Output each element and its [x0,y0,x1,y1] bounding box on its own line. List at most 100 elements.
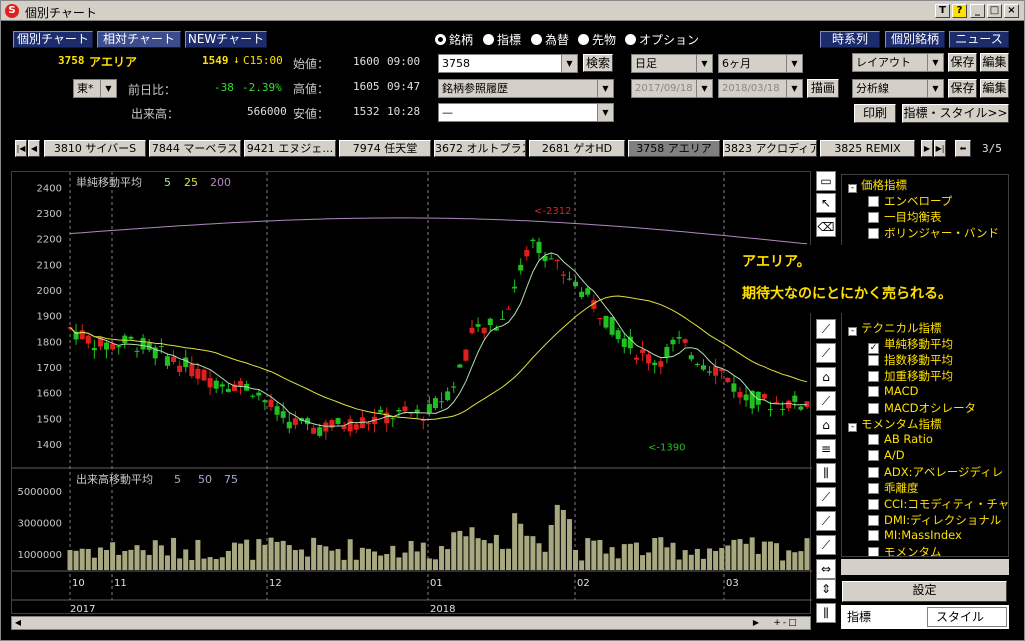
third-select[interactable]: — ▼ [438,103,614,122]
scroll-left-icon[interactable]: ◀ [12,617,24,629]
price-chart[interactable]: 1400 1500 1600 1700 1800 1900 2000 2100 2200 2300… [11,171,812,615]
style-tab[interactable]: スタイル [927,607,1007,627]
save-analysis-button[interactable]: 保存 [948,79,977,98]
history-select[interactable]: 銘柄参照履歴 ▼ [438,79,614,98]
relative-chart-tab[interactable]: 相対チャート [97,31,181,48]
draw-button[interactable]: 描画 [807,79,839,98]
to-date-input[interactable]: 2018/03/18 ▼ [718,79,803,98]
close-icon[interactable]: × [1004,4,1019,18]
first-tab-icon[interactable]: |◀ [15,140,27,157]
news-button[interactable]: ニュース [949,31,1009,48]
individual-stock-button[interactable]: 個別銘柄 [885,31,945,48]
pitchfork-icon[interactable]: ⟋ [816,535,836,555]
radio-0[interactable]: 銘柄 [435,31,473,48]
parallel-icon[interactable]: ⫼ [816,463,836,483]
horizontal-icon[interactable]: ⇔ [816,559,836,579]
timeseries-button[interactable]: 時系列 [820,31,880,48]
stock-tab[interactable]: 7974 任天堂 [339,140,431,157]
tree-item[interactable]: DMI:ディレクショナル [868,512,1001,528]
from-date-input[interactable]: 2017/09/18 ▼ [631,79,713,98]
tree-group[interactable]: - モメンタム指標 [848,416,942,432]
checkbox-icon[interactable] [868,212,879,223]
checkbox-icon[interactable] [868,355,879,366]
line-icon[interactable]: ⟋ [816,487,836,507]
scroll-right-icon[interactable]: ▶ [750,617,762,629]
layout-select[interactable]: レイアウト ▼ [852,53,944,72]
checkbox-icon[interactable] [868,515,879,526]
checkbox-icon[interactable] [868,547,879,556]
tree-item[interactable]: A/D [868,448,905,464]
save-layout-button[interactable]: 保存 [948,53,977,72]
indicator-tab[interactable]: 指標 [841,607,925,627]
print-button[interactable]: 印刷 [854,104,896,123]
tree-hscrollbar[interactable] [841,559,1009,575]
checkbox-icon[interactable] [868,483,879,494]
tree-item[interactable]: ADX:アベレージディレ [868,464,1003,480]
tree-item[interactable]: ボリンジャー・バンド [868,225,999,241]
tree-group[interactable]: - テクニカル指標 [848,320,942,336]
radio-4[interactable]: オプション [625,31,699,48]
collapse-icon[interactable]: - [848,327,857,336]
edit-analysis-button[interactable]: 編集 [980,79,1009,98]
fibonacci-icon[interactable]: ⟋ [816,343,836,363]
cycle-icon[interactable]: ⫼ [816,603,836,623]
symbol-input[interactable]: 3758 ▼ [438,54,578,73]
help-button[interactable]: ? [952,4,967,18]
tree-item[interactable]: MACD [868,384,918,400]
tree-item[interactable]: 加重移動平均 [868,368,953,384]
checkbox-icon[interactable] [868,434,879,445]
tree-item[interactable]: ✓ 単純移動平均 [868,336,953,354]
checkbox-icon[interactable] [868,371,879,382]
settings-button[interactable]: 設定 [842,581,1007,602]
new-chart-tab[interactable]: NEWチャート [185,31,267,48]
back-arrow-icon[interactable]: ⬅ [955,140,971,157]
checkbox-icon[interactable] [868,386,879,397]
last-tab-icon[interactable]: ▶| [934,140,946,157]
tree-group[interactable]: - 価格指標 [848,177,907,193]
arc-icon[interactable]: ⌂ [816,415,836,435]
individual-chart-tab[interactable]: 個別チャート [13,31,93,48]
stock-tab[interactable]: 3825 REMIX [820,140,915,157]
indicator-style-button[interactable]: 指標・スタイル>> [902,104,1009,123]
edit-layout-button[interactable]: 編集 [980,53,1009,72]
tree-item[interactable]: 一目均衡表 [868,209,942,225]
next-tab-icon[interactable]: ▶ [921,140,933,157]
gann-icon[interactable]: ⟋ [816,511,836,531]
tree-item[interactable]: MACDオシレータ [868,400,976,416]
checkbox-icon[interactable] [868,467,879,478]
tree-item[interactable]: CCI:コモディティ・チャ [868,496,1008,512]
stock-tab[interactable]: 2681 ゲオHD [529,140,625,157]
checkbox-icon[interactable] [868,450,879,461]
range-select[interactable]: 6ヶ月 ▼ [718,54,803,73]
pointer-icon[interactable]: ↖ [816,193,836,213]
collapse-icon[interactable]: - [848,423,857,432]
minimize-icon[interactable]: _ [970,4,985,18]
vertical-icon[interactable]: ⇕ [816,579,836,599]
tree-item[interactable]: MI:MassIndex [868,528,962,544]
checkbox-icon[interactable] [868,499,879,510]
stock-tab[interactable]: 3672 オルトプラス [434,140,526,157]
stock-tab[interactable]: 7844 マーベラス [149,140,241,157]
channel-icon[interactable]: ≡ [816,439,836,459]
market-select[interactable]: 東* ▼ [73,79,117,98]
checkbox-icon[interactable] [868,403,879,414]
stock-tab[interactable]: 3810 サイバーS [44,140,146,157]
eraser-icon[interactable]: ⌫ [816,217,836,237]
checkbox-icon[interactable] [868,530,879,541]
radio-3[interactable]: 先物 [578,31,616,48]
tree-item[interactable]: AB Ratio [868,432,933,448]
stock-tab[interactable]: 3823 アクロディア [723,140,817,157]
font-button[interactable]: T [935,4,950,18]
checkbox-icon[interactable] [868,228,879,239]
analysis-line-select[interactable]: 分析線 ▼ [852,79,944,98]
indicator-tree[interactable]: - 価格指標 エンベロープ 一目均衡表 ボリンジャー・バンド - テクニカル指標 ✓ 単純移動平… [841,174,1009,557]
radio-1[interactable]: 指標 [483,31,521,48]
radio-2[interactable]: 為替 [531,31,569,48]
fibonacci-f-icon[interactable]: ⟋ [816,391,836,411]
zoom-buttons[interactable]: +-□ [764,617,808,629]
search-button[interactable]: 検索 [583,54,613,72]
tree-item[interactable]: 指数移動平均 [868,352,953,368]
chart-hscrollbar[interactable]: ◀ ▶ +-□ [11,616,811,630]
fan-icon[interactable]: ⌂ [816,367,836,387]
toolbar-grip-icon[interactable]: ▭ [816,171,836,191]
